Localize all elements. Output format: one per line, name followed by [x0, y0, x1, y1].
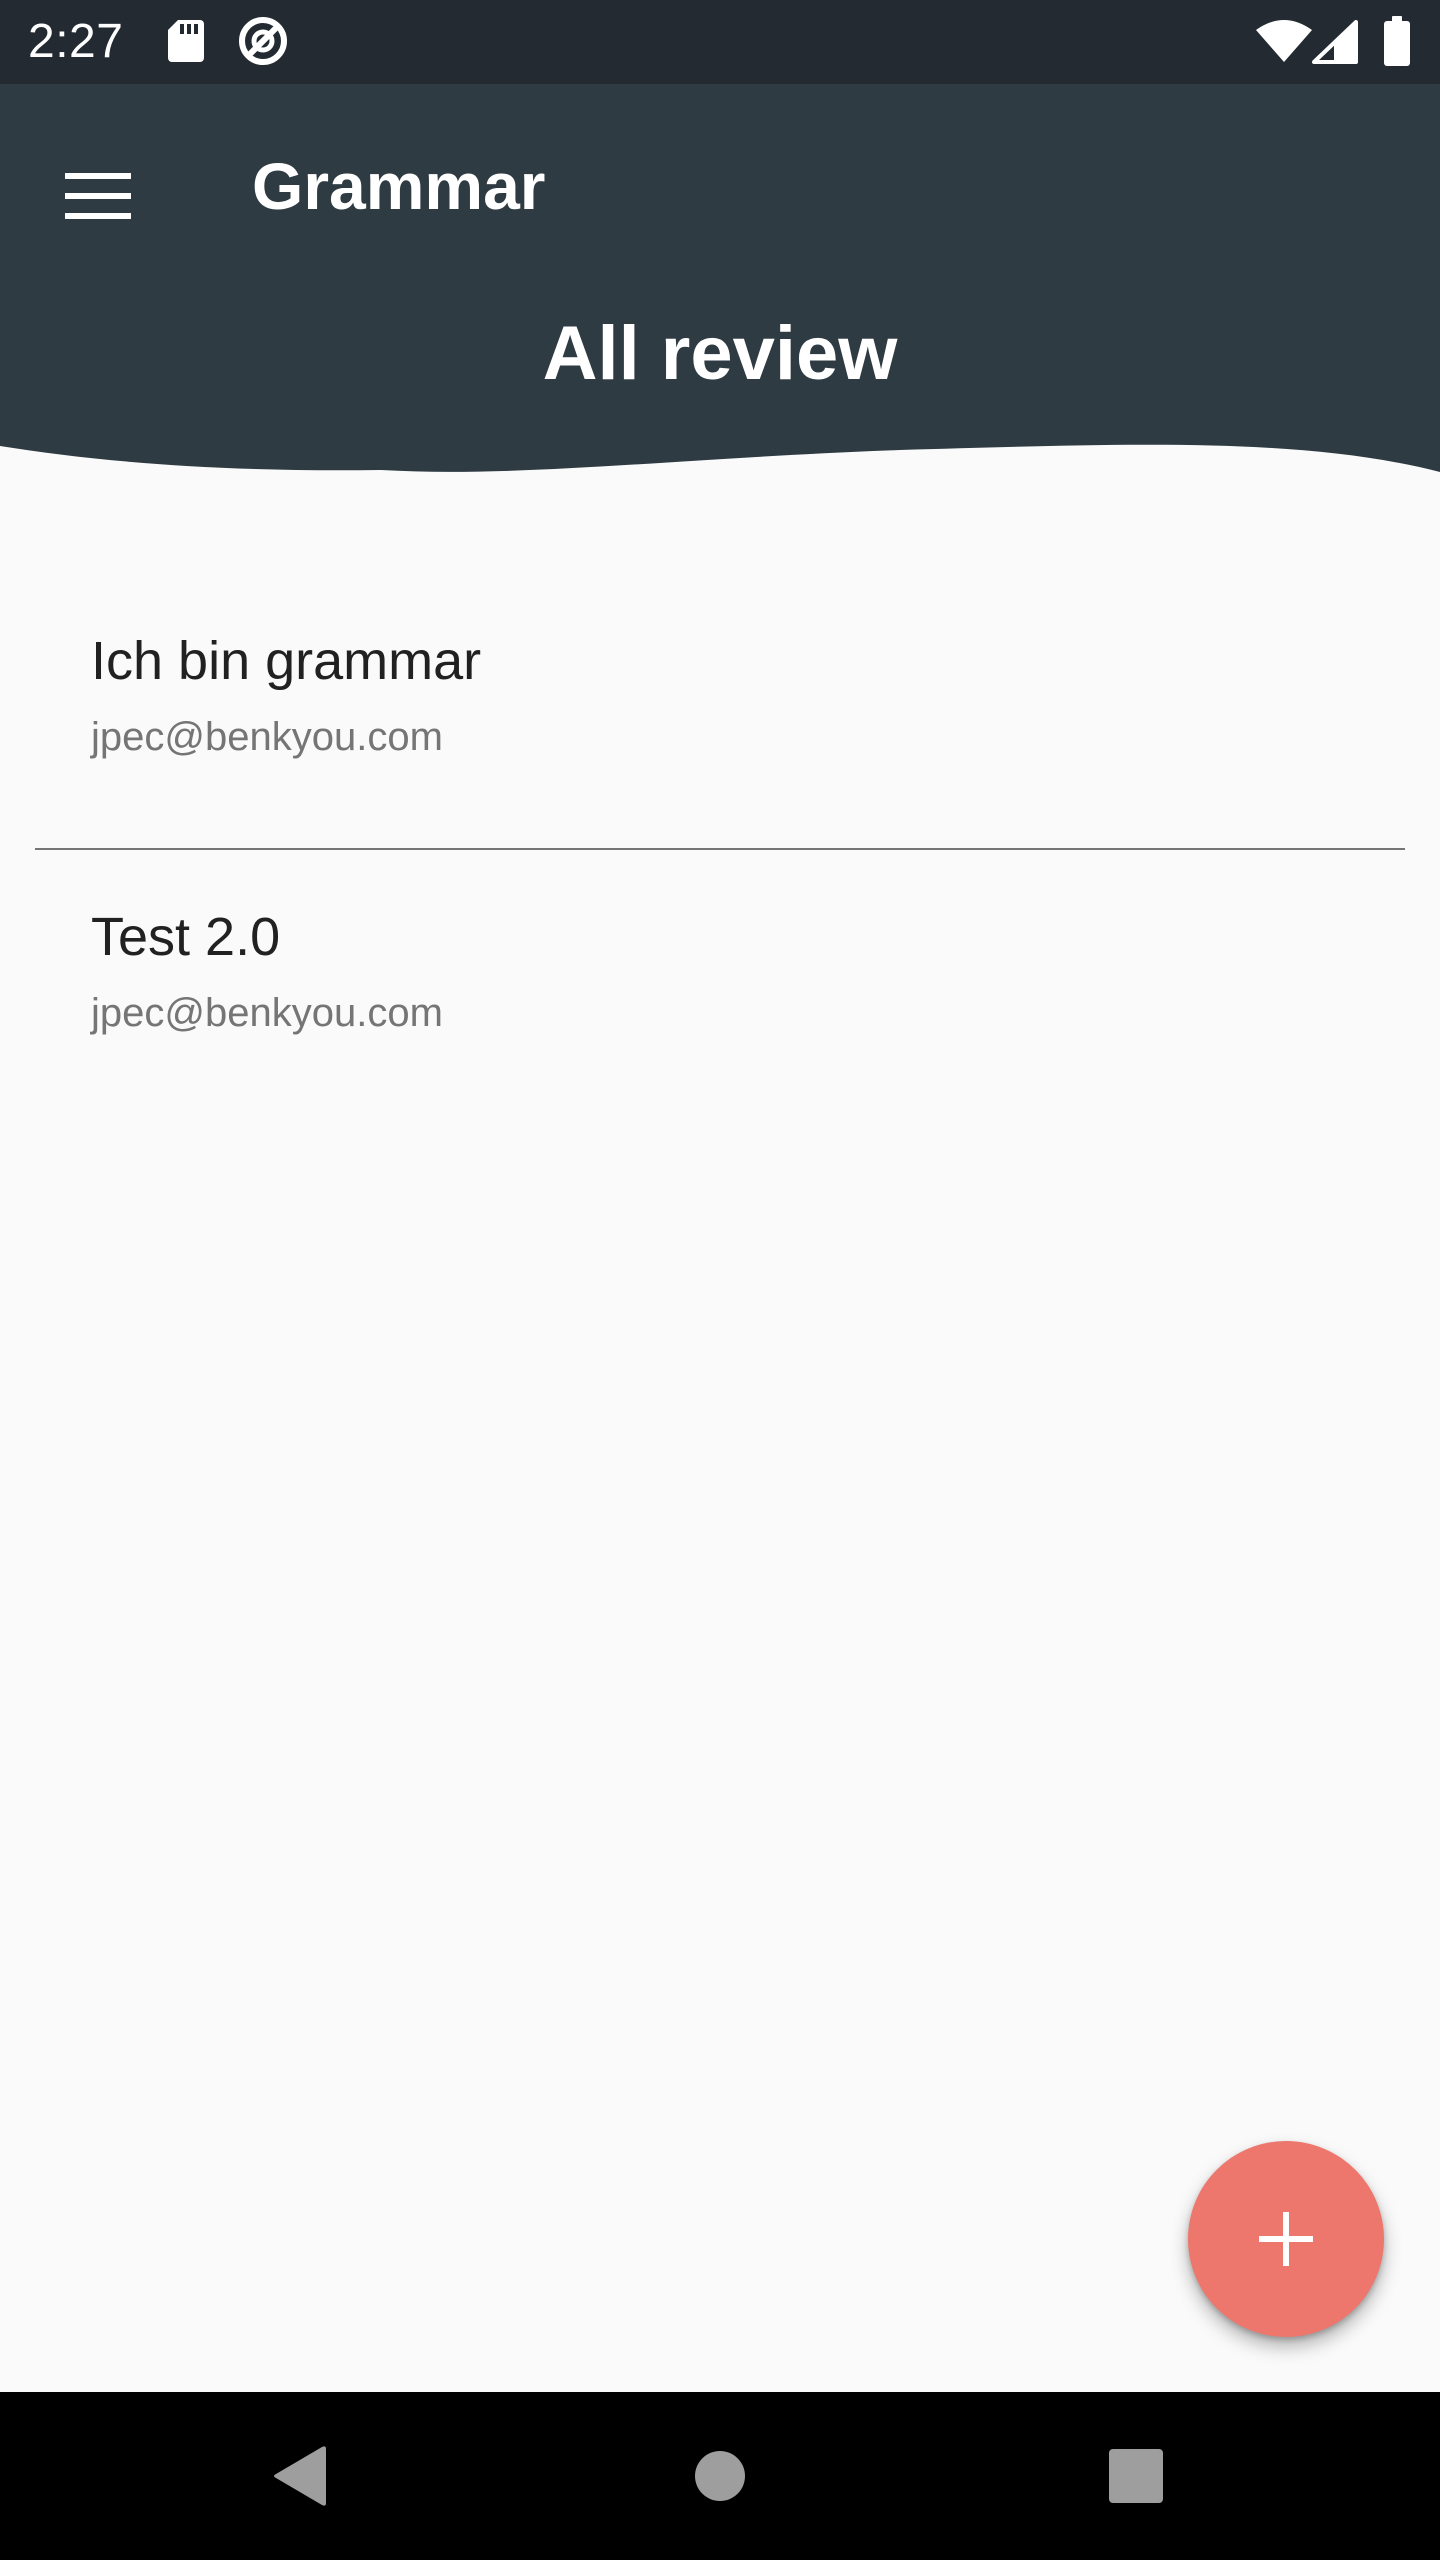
- home-button[interactable]: [636, 2392, 804, 2560]
- home-icon: [695, 2451, 745, 2501]
- recents-icon: [1109, 2449, 1163, 2503]
- cell-signal-icon: [1312, 20, 1358, 69]
- sd-card-icon: [166, 18, 206, 69]
- list-item-title: Test 2.0: [91, 907, 281, 967]
- battery-icon: [1384, 16, 1410, 71]
- app-title: Grammar: [252, 149, 546, 223]
- sync-disabled-icon: [236, 14, 290, 73]
- app-bar-background: [0, 84, 1440, 472]
- review-list: Ich bin grammar jpec@benkyou.com Test 2.…: [0, 560, 1440, 1140]
- list-item-subtitle: jpec@benkyou.com: [91, 991, 443, 1035]
- recents-button[interactable]: [1052, 2392, 1220, 2560]
- back-icon: [274, 2446, 326, 2506]
- list-item-title: Ich bin grammar: [91, 631, 482, 691]
- menu-button[interactable]: [40, 138, 156, 254]
- wifi-icon: [1256, 20, 1312, 69]
- app-bar: Grammar All review: [0, 84, 1440, 480]
- navigation-bar: [0, 2392, 1440, 2560]
- list-item-subtitle: jpec@benkyou.com: [91, 715, 443, 759]
- list-item[interactable]: Test 2.0 jpec@benkyou.com: [0, 850, 1440, 1140]
- status-time: 2:27: [28, 15, 124, 68]
- hamburger-menu-icon: [65, 173, 131, 219]
- plus-icon: [1259, 2212, 1313, 2266]
- list-item[interactable]: Ich bin grammar jpec@benkyou.com: [0, 560, 1440, 850]
- back-button[interactable]: [216, 2392, 384, 2560]
- status-bar: 2:27: [0, 0, 1440, 84]
- add-button[interactable]: [1188, 2141, 1384, 2337]
- screen: 2:27 Grammar All review Ich bin grammar …: [0, 0, 1440, 2560]
- section-title: All review: [542, 311, 898, 396]
